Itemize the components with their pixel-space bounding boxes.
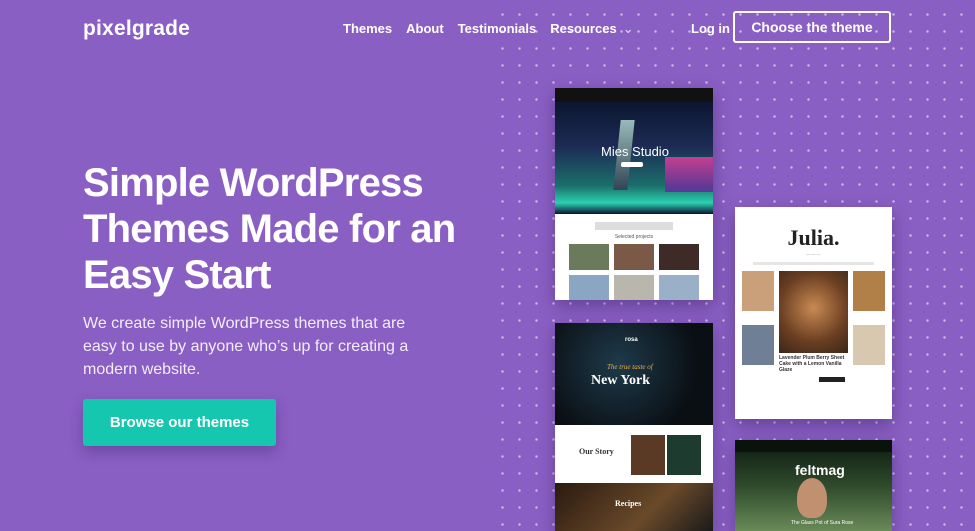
project-thumb [659,275,699,300]
rosa-story-photo [667,435,701,475]
project-thumb [569,244,609,270]
julia-feature-title: Lavender Plum Berry Sheet Cake with a Le… [779,355,845,373]
preview-header-bar [735,440,892,452]
mies-intro-text [595,222,673,230]
project-thumb [569,275,609,300]
mies-title: Mies Studio [601,144,669,159]
nav-about[interactable]: About [406,21,444,37]
nav-themes[interactable]: Themes [343,21,392,37]
mies-hero-image: Mies Studio [555,102,713,214]
pixelgrade-logo[interactable]: pixelgrade [83,17,190,41]
felt-caption: The Glass Pot of Sura Rose [791,520,854,526]
rosa-tagline: The true taste of [607,363,653,371]
rosa-theme-preview[interactable]: rosa The true taste of New York Our Stor… [555,323,713,531]
hero-subtitle: We create simple WordPress themes that a… [83,315,409,378]
mies-section-label: Selected projects [614,234,654,240]
julia-title: Julia. [787,225,840,250]
rosa-brand: rosa [625,337,638,343]
food-thumb [742,325,774,365]
julia-feature-image [779,271,848,353]
mies-project-grid [555,244,713,300]
julia-theme-preview[interactable]: Julia. — — — Lavender Plum Berry Sheet C… [735,207,892,419]
neon-building-shape [665,157,713,192]
mies-theme-preview[interactable]: Mies Studio Selected projects [555,88,713,300]
rosa-story-section: Our Story [555,425,713,483]
project-thumb [614,244,654,270]
rosa-story-photo [631,435,665,475]
choose-theme-button[interactable]: Choose the theme [733,11,891,43]
food-thumb [853,325,885,365]
food-thumb [742,271,774,311]
rosa-recipes-title: Recipes [615,499,642,508]
login-link[interactable]: Log in [691,21,730,36]
rosa-hero-image: rosa The true taste of New York [555,323,713,425]
julia-left-col [742,271,774,382]
nav-resources[interactable]: Resources ⌄ [550,21,633,37]
felt-theme-preview[interactable]: feltmag The Glass Pot of Sura Rose [735,440,892,531]
julia-main-col: Lavender Plum Berry Sheet Cake with a Le… [779,271,848,382]
mies-cta-pill [621,162,643,167]
browse-themes-button[interactable]: Browse our themes [83,399,276,446]
julia-menu [753,262,874,265]
nav-testimonials[interactable]: Testimonials [458,21,537,37]
chevron-down-icon: ⌄ [622,21,634,36]
felt-title: feltmag [795,462,845,478]
rosa-recipes-section: Recipes [555,483,713,531]
project-thumb [614,275,654,300]
julia-read-more-button [819,377,845,382]
julia-right-col [853,271,885,382]
rosa-story-title: Our Story [579,447,614,456]
nav-resources-label: Resources [550,21,617,36]
rosa-title: New York [591,373,650,388]
preview-header-bar [555,88,713,102]
project-thumb [659,244,699,270]
julia-content-row: Lavender Plum Berry Sheet Cake with a Le… [735,271,892,382]
food-thumb [853,271,885,311]
main-nav: Themes About Testimonials Resources ⌄ [343,21,634,37]
hero-title: Simple WordPress Themes Made for an Easy… [83,161,456,297]
felt-portrait [797,478,827,518]
julia-tagline: — — — [806,251,821,256]
